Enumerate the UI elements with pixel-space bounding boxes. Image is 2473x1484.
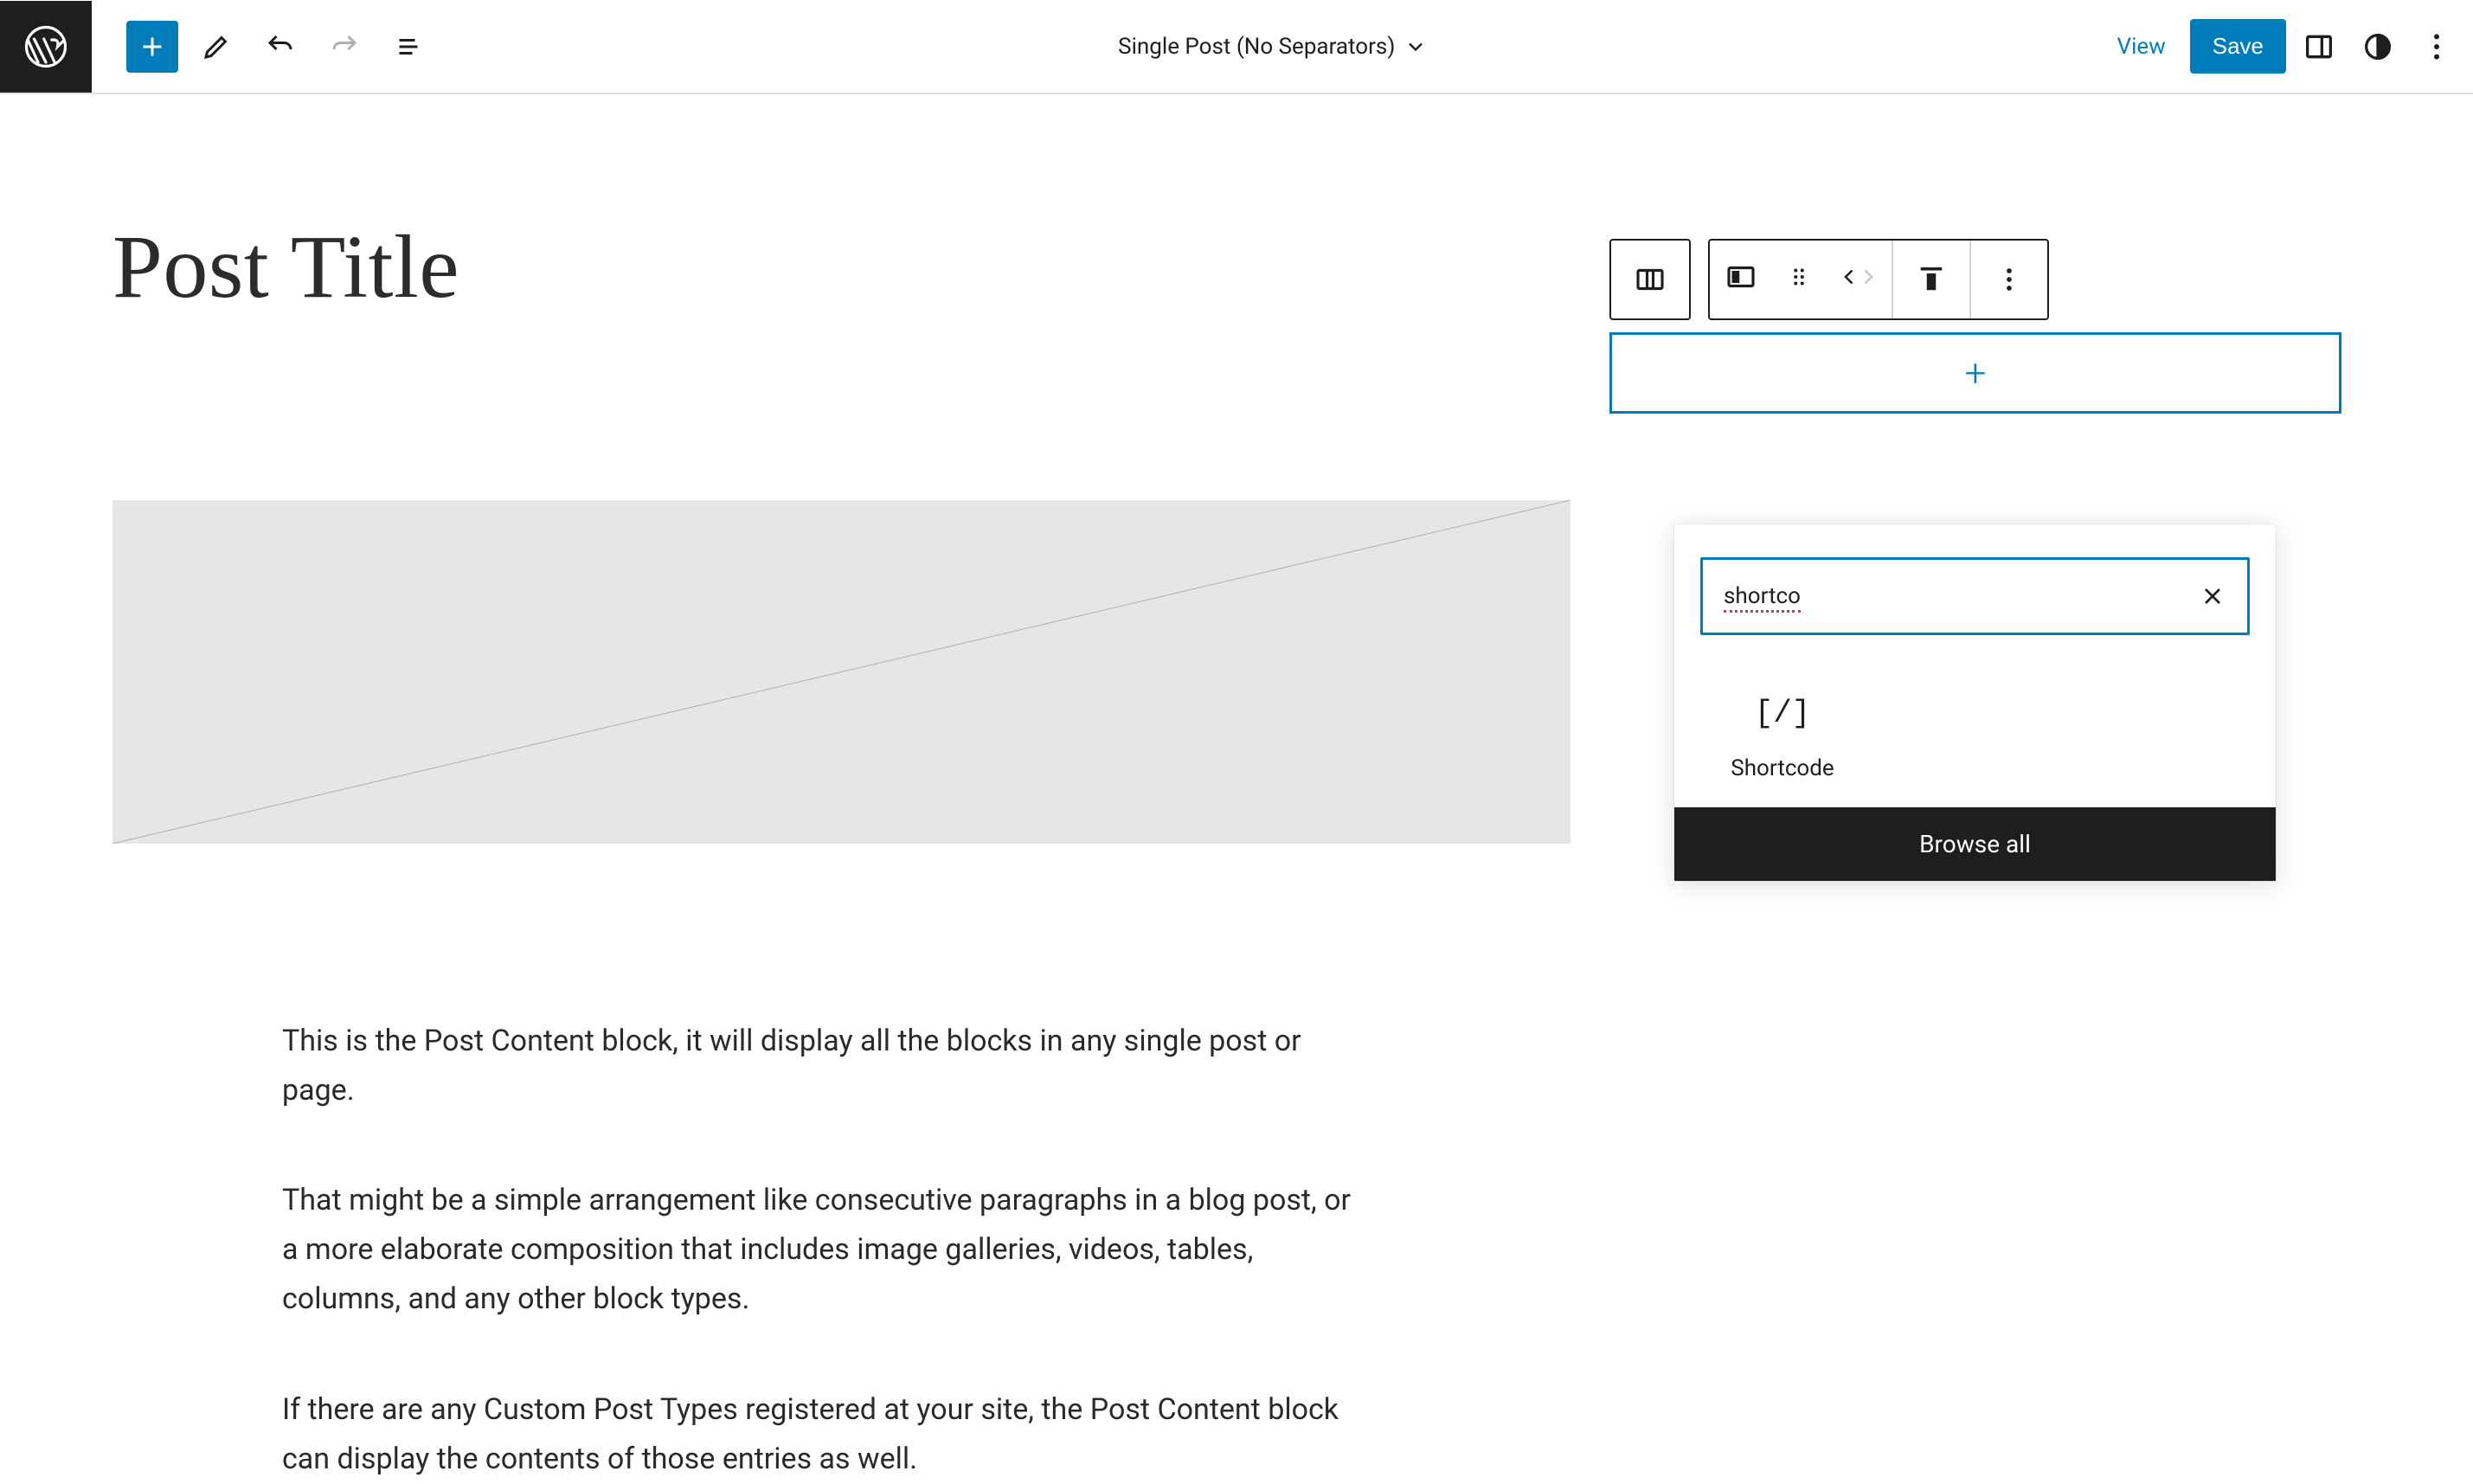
list-view-icon — [393, 31, 424, 62]
block-inserter-popover: shortco [/] Shortcode Browse all — [1674, 524, 2276, 881]
template-title-label: Single Post (No Separators) — [1118, 34, 1395, 60]
tools-button[interactable] — [190, 21, 242, 73]
redo-icon — [329, 31, 360, 62]
empty-column-appender[interactable]: + — [1609, 332, 2341, 414]
block-search-input-text: shortco — [1724, 583, 1801, 609]
column-icon — [1723, 259, 1759, 295]
block-result-shortcode[interactable]: [/] Shortcode — [1718, 696, 1847, 781]
move-chevrons-icon — [1839, 264, 1879, 290]
block-search-results: [/] Shortcode — [1674, 652, 2276, 807]
settings-sidebar-toggle-button[interactable] — [2293, 21, 2345, 73]
block-toolbar — [1609, 239, 2341, 320]
options-menu-button[interactable] — [2411, 21, 2463, 73]
block-result-label: Shortcode — [1731, 755, 1834, 781]
toolbar-right-group: View Save — [2100, 19, 2463, 74]
align-button[interactable] — [1892, 241, 1969, 318]
toggle-block-inserter-button[interactable] — [126, 21, 178, 73]
post-title-block[interactable]: Post Title — [112, 215, 1571, 318]
sidebar-icon — [2302, 29, 2336, 64]
columns-icon — [1632, 261, 1668, 298]
drag-icon — [1786, 264, 1812, 290]
featured-image-placeholder[interactable] — [112, 500, 1571, 844]
align-top-icon — [1913, 261, 1949, 298]
wordpress-logo[interactable] — [0, 1, 92, 93]
more-vertical-icon — [2419, 29, 2454, 64]
editor-canvas: Post Title This is the Post Content bloc… — [0, 215, 2473, 1484]
undo-button[interactable] — [254, 21, 306, 73]
template-title-dropdown[interactable]: Single Post (No Separators) — [446, 34, 2100, 60]
chevron-down-icon — [1404, 35, 1428, 59]
content-paragraph: This is the Post Content block, it will … — [282, 1017, 1372, 1115]
content-paragraph: If there are any Custom Post Types regis… — [282, 1385, 1372, 1484]
view-link[interactable]: View — [2100, 23, 2183, 70]
redo-button[interactable] — [318, 21, 370, 73]
content-paragraph: That might be a simple arrangement like … — [282, 1176, 1372, 1324]
toolbar-left-group — [92, 21, 446, 73]
editor-top-toolbar: Single Post (No Separators) View Save — [0, 0, 2473, 94]
close-icon — [2199, 582, 2226, 610]
post-content-column: Post Title This is the Post Content bloc… — [0, 215, 1571, 1484]
plus-icon — [137, 31, 168, 62]
document-overview-button[interactable] — [382, 21, 434, 73]
drag-handle[interactable] — [1786, 264, 1812, 296]
more-vertical-icon — [1992, 262, 2027, 297]
pencil-icon — [201, 31, 232, 62]
column-block-type-button[interactable] — [1723, 259, 1759, 301]
block-search-field[interactable]: shortco — [1700, 557, 2250, 635]
styles-contrast-icon — [2361, 29, 2395, 64]
post-content-block[interactable]: This is the Post Content block, it will … — [282, 1017, 1372, 1484]
wordpress-icon — [22, 23, 69, 70]
block-options-button[interactable] — [1969, 241, 2047, 318]
clear-search-button[interactable] — [2199, 582, 2226, 610]
move-controls[interactable] — [1839, 264, 1879, 296]
parent-block-selector[interactable] — [1609, 239, 1691, 320]
shortcode-icon: [/] — [1755, 696, 1811, 731]
browse-all-button[interactable]: Browse all — [1674, 807, 2276, 881]
save-button[interactable]: Save — [2190, 19, 2286, 74]
styles-button[interactable] — [2352, 21, 2404, 73]
selected-column-block-area: + — [1609, 239, 2341, 414]
plus-icon: + — [1965, 354, 1987, 392]
undo-icon — [265, 31, 296, 62]
